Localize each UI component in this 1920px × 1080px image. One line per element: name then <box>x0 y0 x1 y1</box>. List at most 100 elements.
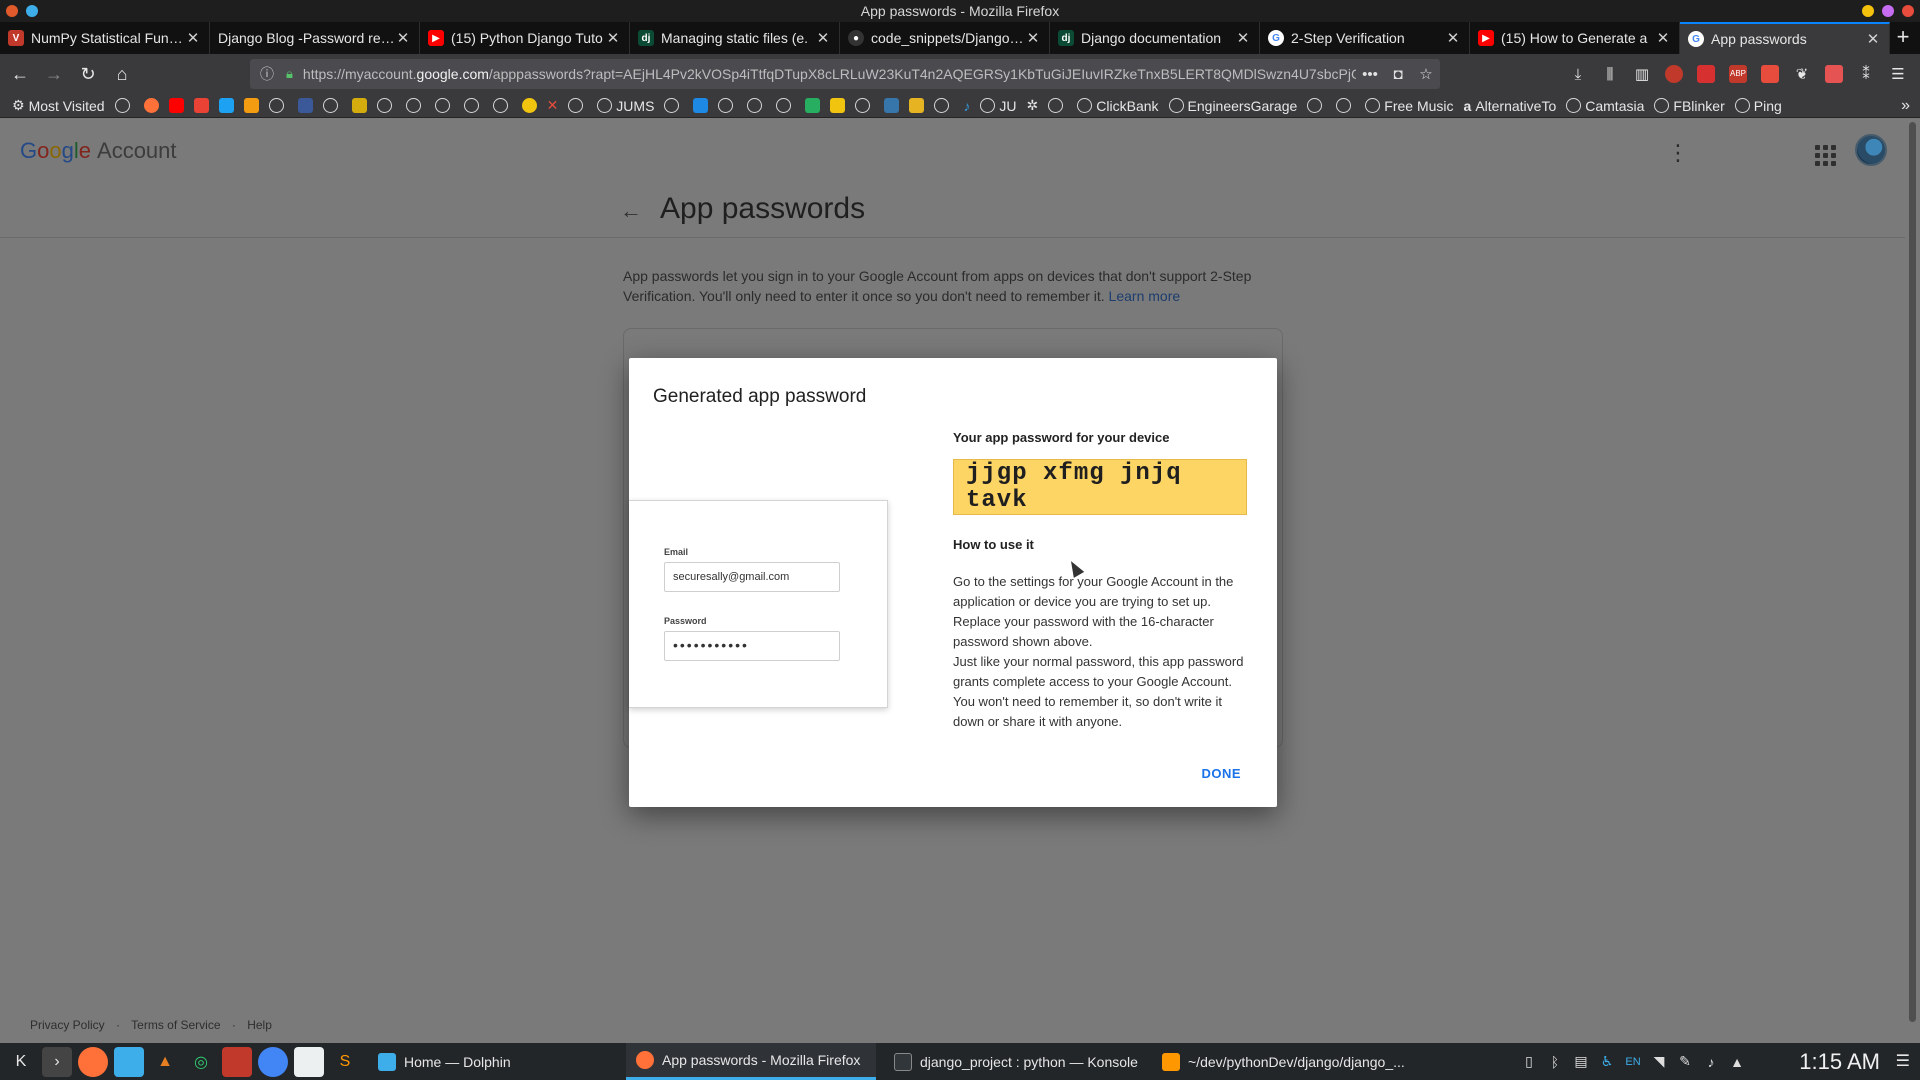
new-tab-button[interactable]: + <box>1886 22 1920 54</box>
downloads-icon[interactable]: ⤓ <box>1562 58 1594 90</box>
close-window-button[interactable] <box>1902 5 1914 17</box>
bookmark-camtasia[interactable]: Camtasia <box>1566 98 1644 114</box>
extension-small-icon[interactable]: ⁑ <box>1850 58 1882 90</box>
tab-django-blog[interactable]: Django Blog -Password rese ✕ <box>210 22 420 54</box>
text-editor-icon[interactable] <box>294 1046 324 1077</box>
sublime-text-icon[interactable]: S <box>330 1047 360 1077</box>
bookmark-gmail[interactable] <box>193 98 209 113</box>
bookmark-globe[interactable] <box>376 98 396 113</box>
bookmark-globe[interactable] <box>405 98 425 113</box>
bookmark-youtube[interactable] <box>168 98 184 113</box>
bookmark-globe[interactable] <box>776 98 795 113</box>
privacy-policy-link[interactable]: Privacy Policy <box>30 1018 105 1032</box>
bookmark-ping[interactable]: Ping <box>1734 98 1782 114</box>
bookmark-firefox[interactable] <box>143 98 159 113</box>
page-actions-icon[interactable]: ••• <box>1356 66 1384 83</box>
avatar[interactable] <box>1855 134 1887 166</box>
bookmark-engineersgarage[interactable]: EngineersGarage <box>1168 98 1297 114</box>
tab-python-django-tutorial[interactable]: ▶ (15) Python Django Tuto ✕ <box>420 22 630 54</box>
bookmark-x[interactable]: ✕ <box>547 97 559 114</box>
url-text[interactable]: https://myaccount.google.com/apppassword… <box>303 66 1356 82</box>
bookmark-green[interactable] <box>805 98 821 113</box>
bookmark-globe[interactable] <box>1048 98 1067 113</box>
tab-managing-static-files[interactable]: dj Managing static files (e. ✕ <box>630 22 840 54</box>
close-icon[interactable]: ✕ <box>1445 29 1461 47</box>
bookmark-star-icon[interactable]: ☆ <box>1412 65 1440 83</box>
terminal-icon[interactable]: › <box>42 1046 72 1077</box>
bookmark-globe[interactable] <box>1336 98 1355 113</box>
bookmark-c[interactable] <box>243 98 259 113</box>
window-menu-icon[interactable] <box>6 5 18 17</box>
close-icon[interactable]: ✕ <box>815 29 831 47</box>
close-icon[interactable]: ✕ <box>1025 29 1041 47</box>
close-icon[interactable]: ✕ <box>185 29 201 47</box>
bookmark-folder[interactable] <box>909 98 925 113</box>
bookmark-h[interactable] <box>693 98 709 113</box>
bookmark-globe[interactable] <box>1307 98 1326 113</box>
bookmark-globe[interactable] <box>718 98 737 113</box>
bookmark-facebook[interactable] <box>297 98 313 113</box>
bookmark-globe[interactable] <box>268 98 288 113</box>
bookmark-g[interactable] <box>830 98 846 113</box>
bookmark-python[interactable] <box>884 98 900 113</box>
bookmark-ju[interactable]: JU <box>980 98 1017 114</box>
home-button[interactable]: ⌂ <box>106 58 138 90</box>
minimize-button[interactable] <box>1862 5 1874 17</box>
bookmark-alternativeto[interactable]: a AlternativeTo <box>1464 98 1557 114</box>
close-icon[interactable]: ✕ <box>1865 30 1881 48</box>
chevron-right-icon[interactable]: » <box>1901 94 1910 117</box>
bookmark-globe[interactable] <box>855 98 874 113</box>
library-icon[interactable]: ⫼ <box>1594 58 1626 90</box>
lock-icon[interactable]: 🔒︎ <box>286 66 293 82</box>
tray-expand-icon[interactable]: ▲ <box>1724 1054 1750 1070</box>
extension-flash-icon[interactable] <box>1754 58 1786 90</box>
bookmark-globe[interactable] <box>747 98 766 113</box>
task-sublime[interactable]: ~/dev/pythonDev/django/django_... <box>1152 1043 1422 1080</box>
bookmark-globe[interactable] <box>463 98 483 113</box>
close-icon[interactable]: ✕ <box>1655 29 1671 47</box>
attachment-icon[interactable]: ✎ <box>1672 1053 1698 1070</box>
close-icon[interactable]: ✕ <box>1235 29 1251 47</box>
back-arrow-icon[interactable]: ← <box>620 198 642 224</box>
clock[interactable]: 1:15 AM <box>1799 1043 1880 1080</box>
bookmark-free-music[interactable]: Free Music <box>1365 98 1454 114</box>
tab-numpy[interactable]: V NumPy Statistical Functio ✕ <box>0 22 210 54</box>
clipboard-icon[interactable]: ▤ <box>1568 1053 1594 1070</box>
extension-cast-icon[interactable] <box>1818 58 1850 90</box>
extension-pen-icon[interactable] <box>1690 58 1722 90</box>
bookmark-jums[interactable]: JUMS <box>597 98 654 114</box>
wifi-icon[interactable]: ◥ <box>1646 1053 1672 1070</box>
close-icon[interactable]: ✕ <box>605 29 621 47</box>
pocket-icon[interactable]: ◘ <box>1384 66 1412 83</box>
done-button[interactable]: DONE <box>1201 766 1241 781</box>
maximize-button[interactable] <box>1882 5 1894 17</box>
panel-menu-icon[interactable]: ☰ <box>1896 1051 1910 1071</box>
tab-2-step-verification[interactable]: G 2-Step Verification ✕ <box>1260 22 1470 54</box>
terms-of-service-link[interactable]: Terms of Service <box>131 1018 220 1032</box>
bookmark-music[interactable]: ♪ <box>963 98 970 114</box>
reload-button[interactable]: ↻ <box>72 58 104 90</box>
matlab-icon[interactable]: ▲ <box>150 1047 180 1077</box>
accessibility-icon[interactable]: ♿︎ <box>1594 1053 1620 1070</box>
bookmark-globe[interactable] <box>322 98 342 113</box>
bookmark-fblinker[interactable]: FBlinker <box>1654 98 1725 114</box>
keep-above-icon[interactable] <box>26 5 38 17</box>
bookmark-globe[interactable] <box>492 98 512 113</box>
task-dolphin[interactable]: Home — Dolphin <box>368 1043 618 1080</box>
extension-leaf-icon[interactable]: ❦ <box>1786 58 1818 90</box>
more-options-icon[interactable]: ⋮ <box>1666 140 1690 166</box>
bookmark-gear[interactable]: ✲ <box>1027 97 1039 114</box>
close-icon[interactable]: ✕ <box>395 29 411 47</box>
apps-grid-icon[interactable] <box>1812 142 1836 166</box>
bookmark-globe[interactable] <box>114 98 134 113</box>
tab-code-snippets[interactable]: ● code_snippets/Django_E ✕ <box>840 22 1050 54</box>
google-account-logo[interactable]: Google Account <box>20 138 177 164</box>
forward-button[interactable]: → <box>38 58 70 90</box>
tab-app-passwords[interactable]: G App passwords ✕ <box>1680 22 1890 54</box>
bookmark-emoji[interactable] <box>521 98 537 113</box>
page-scrollbar[interactable] <box>1905 118 1920 1043</box>
phone-icon[interactable]: ▯ <box>1516 1053 1542 1070</box>
kde-launcher-icon[interactable]: K <box>6 1047 36 1077</box>
back-button[interactable]: ← <box>4 58 36 90</box>
task-firefox[interactable]: App passwords - Mozilla Firefox <box>626 1043 876 1080</box>
